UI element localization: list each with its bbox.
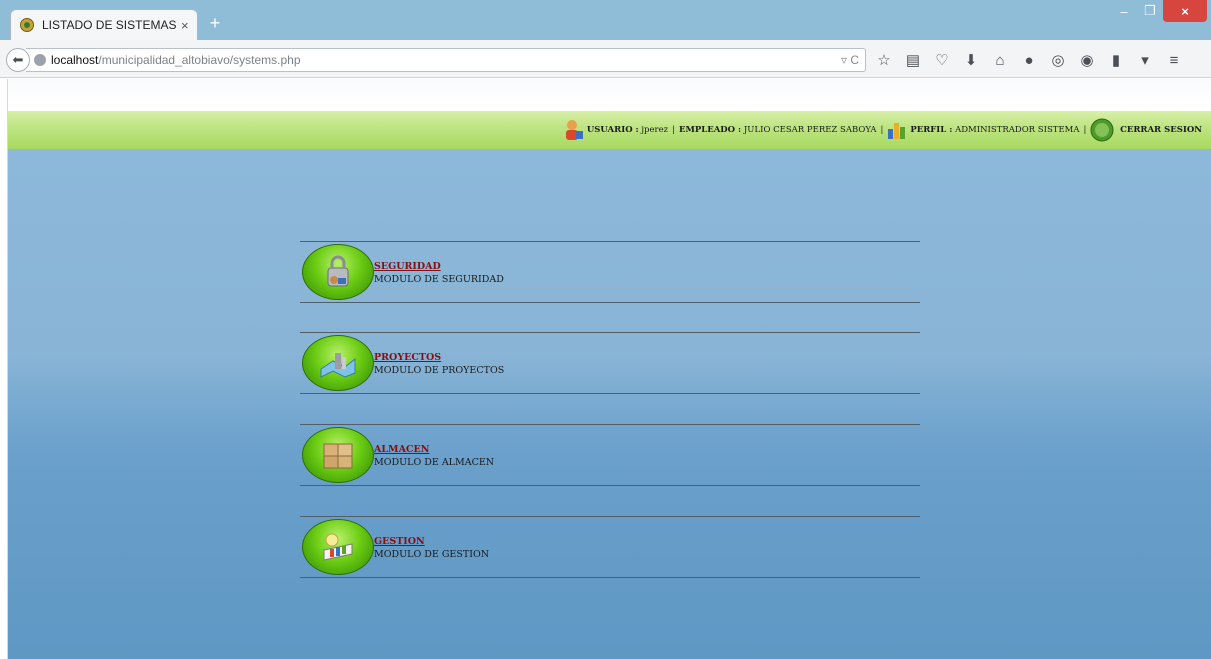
usuario-label: USUARIO : xyxy=(586,125,639,135)
dropdown-icon[interactable]: ▾ xyxy=(1133,48,1157,72)
padlock-icon[interactable] xyxy=(302,244,374,300)
header-bar: USUARIO : jperez | EMPLEADO : JULIO CESA… xyxy=(8,111,1211,149)
window-controls: – ❐ × xyxy=(1111,0,1207,22)
module-title-link[interactable]: GESTION xyxy=(374,535,489,548)
empleado-value: JULIO CESAR PEREZ SABOYA xyxy=(743,125,877,135)
site-info-icon[interactable] xyxy=(34,54,46,66)
reading-list-icon[interactable]: ▤ xyxy=(901,48,925,72)
module-title-link[interactable]: ALMACEN xyxy=(374,443,494,456)
maximize-button[interactable]: ❐ xyxy=(1137,0,1163,22)
browser-tab[interactable]: LISTADO DE SISTEMAS × xyxy=(10,9,198,40)
page: USUARIO : jperez | EMPLEADO : JULIO CESA… xyxy=(7,79,1211,659)
minimize-button[interactable]: – xyxy=(1111,0,1137,22)
module-title-link[interactable]: SEGURIDAD xyxy=(374,260,504,273)
module-proyectos: PROYECTOS MODULO DE PROYECTOS xyxy=(300,332,920,394)
pocket-icon[interactable]: ♡ xyxy=(930,48,954,72)
module-description: MODULO DE PROYECTOS xyxy=(374,365,505,376)
perfil-value: ADMINISTRADOR SISTEMA xyxy=(955,125,1080,135)
download-icon[interactable]: ⬇ xyxy=(959,48,983,72)
toolbar-icons: ☆ ▤ ♡ ⬇ ⌂ ● ◎ ◉ ▮ ▾ ≡ xyxy=(872,48,1191,72)
menu-icon[interactable]: ≡ xyxy=(1162,48,1186,72)
session-info: USUARIO : jperez | EMPLEADO : JULIO CESA… xyxy=(564,116,1202,144)
chat-icon[interactable]: ● xyxy=(1017,48,1041,72)
module-text: PROYECTOS MODULO DE PROYECTOS xyxy=(374,351,504,377)
module-text: ALMACEN MODULO DE ALMACEN xyxy=(374,443,494,469)
sync-icon[interactable]: ◎ xyxy=(1046,48,1070,72)
logout-globe-icon[interactable] xyxy=(1090,118,1114,142)
chart-icon[interactable] xyxy=(302,519,374,575)
main-content: SEGURIDAD MODULO DE SEGURIDAD PROYECTOS … xyxy=(8,149,1211,659)
back-arrow-icon: ⬅ xyxy=(12,52,24,67)
user-icon xyxy=(564,119,584,141)
addon-icon[interactable]: ◉ xyxy=(1075,48,1099,72)
home-icon[interactable]: ⌂ xyxy=(988,48,1012,72)
reload-icon[interactable]: ▿ C xyxy=(841,53,859,67)
url-bar[interactable]: localhost/municipalidad_altobiavo/system… xyxy=(26,48,866,72)
logout-link[interactable]: CERRAR SESION xyxy=(1120,125,1202,135)
module-text: SEGURIDAD MODULO DE SEGURIDAD xyxy=(374,260,504,286)
perfil-label: PERFIL : xyxy=(910,125,953,135)
municipality-seal-icon xyxy=(19,17,35,33)
close-window-button[interactable]: × xyxy=(1163,0,1207,22)
module-seguridad: SEGURIDAD MODULO DE SEGURIDAD xyxy=(300,241,920,303)
star-icon[interactable]: ☆ xyxy=(872,48,896,72)
module-description: MODULO DE GESTION xyxy=(374,549,490,560)
browser-navbar: localhost/municipalidad_altobiavo/system… xyxy=(0,40,1211,78)
module-gestion: GESTION MODULO DE GESTION xyxy=(300,516,920,578)
back-button[interactable]: ⬅ xyxy=(6,48,30,72)
module-description: MODULO DE ALMACEN xyxy=(374,457,495,468)
tab-close-icon[interactable]: × xyxy=(176,18,193,33)
url-text: localhost/municipalidad_altobiavo/system… xyxy=(51,53,301,67)
empleado-label: EMPLEADO : xyxy=(678,125,742,135)
usuario-value: jperez xyxy=(641,125,669,135)
module-almacen: ALMACEN MODULO DE ALMACEN xyxy=(300,424,920,486)
module-text: GESTION MODULO DE GESTION xyxy=(374,535,489,561)
profile-icon xyxy=(887,121,907,139)
module-description: MODULO DE SEGURIDAD xyxy=(374,274,504,285)
new-tab-button[interactable]: + xyxy=(204,14,226,34)
tab-title: LISTADO DE SISTEMAS xyxy=(42,18,177,32)
module-title-link[interactable]: PROYECTOS xyxy=(374,351,504,364)
map-icon[interactable] xyxy=(302,335,374,391)
phone-icon[interactable]: ▮ xyxy=(1104,48,1128,72)
browser-titlebar: LISTADO DE SISTEMAS × + – ❐ × xyxy=(0,0,1211,40)
boxes-icon[interactable] xyxy=(302,427,374,483)
